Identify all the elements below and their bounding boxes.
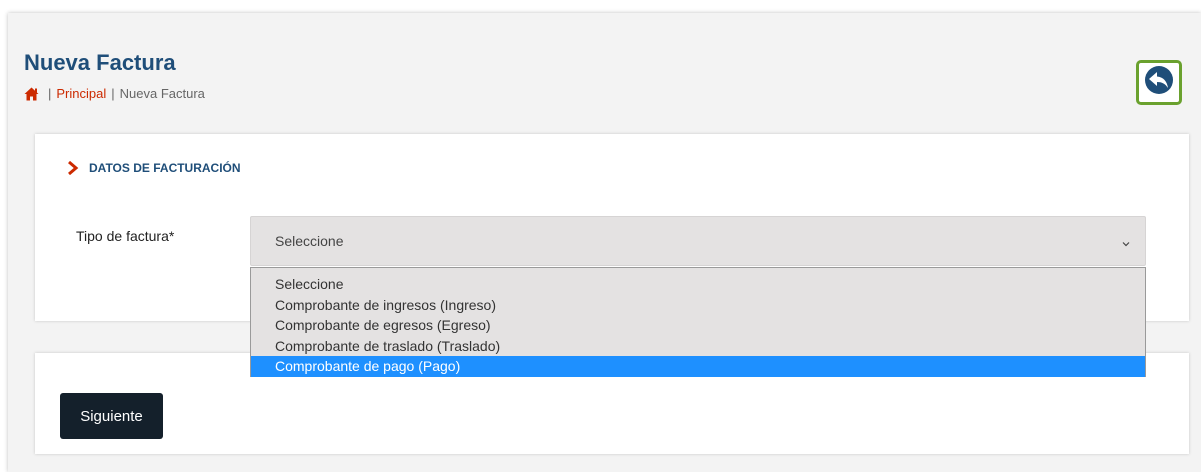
chevron-right-icon — [67, 160, 79, 176]
next-button[interactable]: Siguiente — [60, 393, 163, 439]
back-button[interactable] — [1136, 60, 1182, 105]
option-seleccione[interactable]: Seleccione — [251, 274, 1145, 295]
section-header: DATOS DE FACTURACIÓN — [67, 160, 241, 176]
page-container: Nueva Factura | Principal | Nueva Factur… — [8, 13, 1201, 472]
invoice-type-dropdown-list: Seleccione Comprobante de ingresos (Ingr… — [250, 267, 1146, 377]
breadcrumb-link-principal[interactable]: Principal — [56, 86, 106, 101]
invoice-type-select[interactable]: Seleccione — [250, 216, 1146, 266]
option-pago[interactable]: Comprobante de pago (Pago) — [251, 356, 1145, 377]
select-value: Seleccione — [275, 233, 344, 249]
chevron-down-icon — [1121, 236, 1131, 247]
option-traslado[interactable]: Comprobante de traslado (Traslado) — [251, 336, 1145, 357]
home-icon[interactable] — [24, 87, 39, 101]
page-title: Nueva Factura — [24, 50, 176, 75]
reply-arrow-icon — [1144, 65, 1174, 100]
breadcrumb-separator: | — [111, 86, 115, 101]
breadcrumb: | Principal | Nueva Factura — [24, 86, 205, 101]
option-ingreso[interactable]: Comprobante de ingresos (Ingreso) — [251, 295, 1145, 316]
breadcrumb-current: Nueva Factura — [119, 86, 205, 101]
invoice-type-label: Tipo de factura* — [76, 228, 175, 244]
breadcrumb-separator: | — [48, 86, 52, 101]
section-title: DATOS DE FACTURACIÓN — [89, 161, 241, 175]
option-egreso[interactable]: Comprobante de egresos (Egreso) — [251, 315, 1145, 336]
